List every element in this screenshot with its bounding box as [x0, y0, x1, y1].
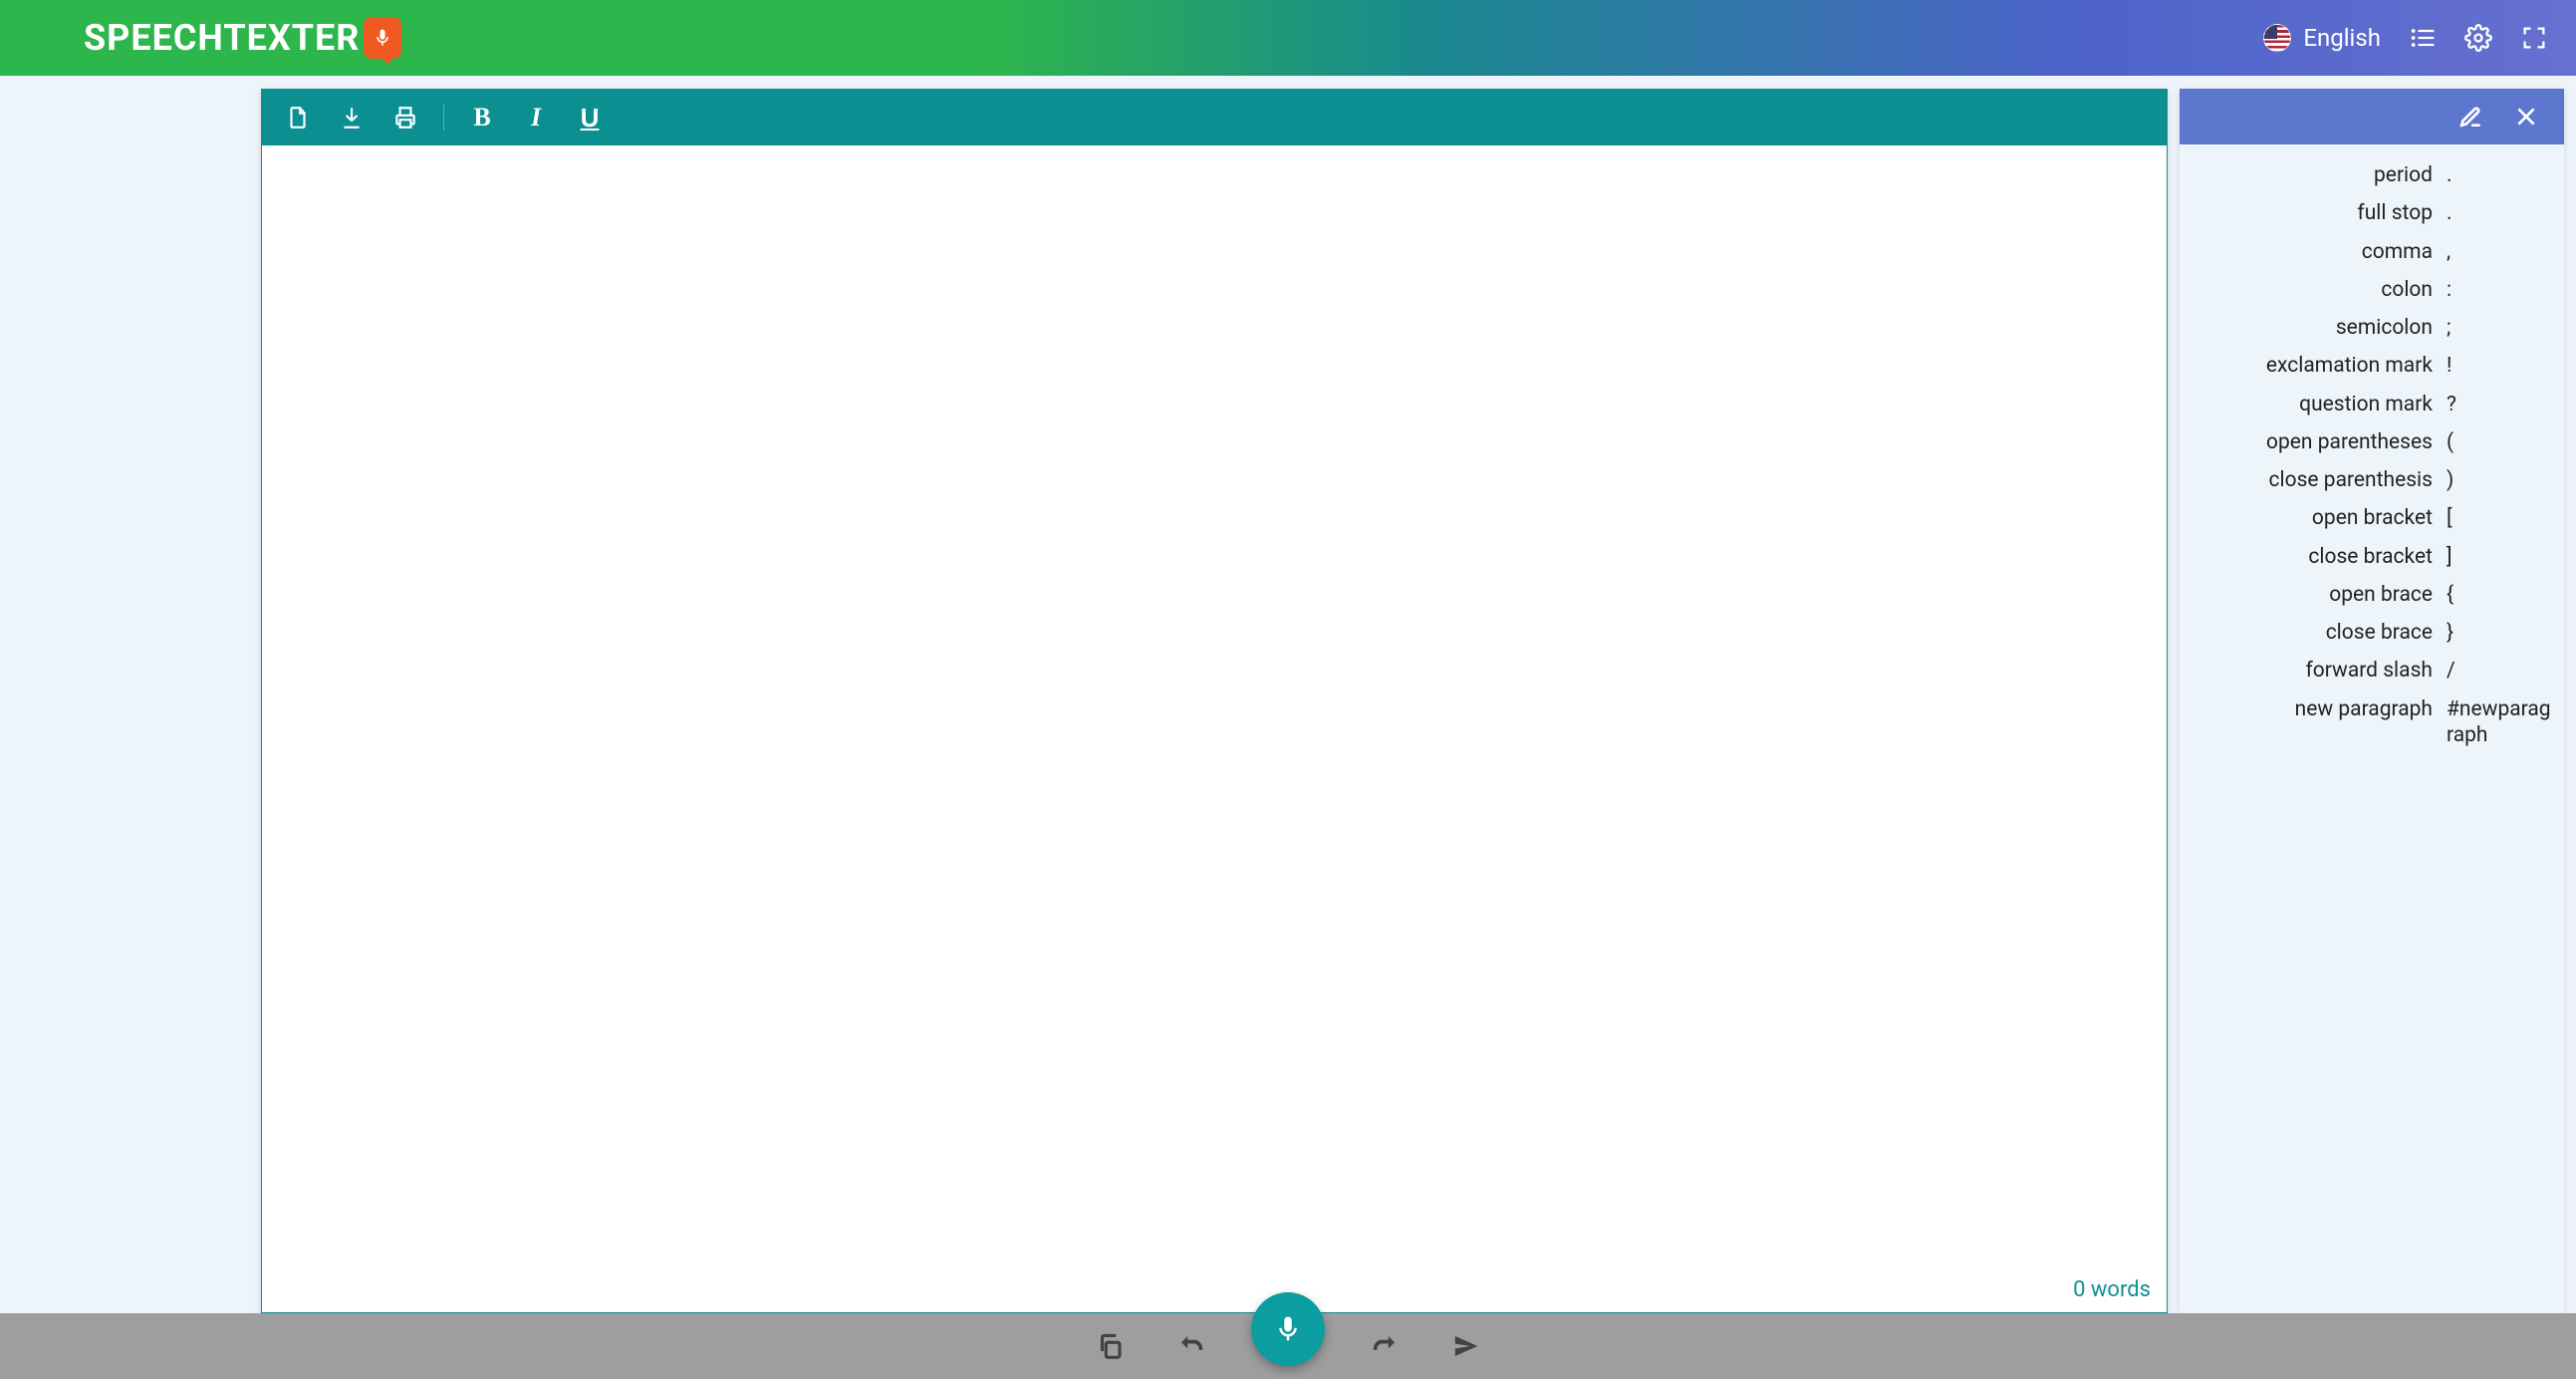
sidebar-toolbar — [2180, 89, 2564, 144]
command-row[interactable]: exclamation mark! — [2180, 347, 2564, 385]
command-row[interactable]: full stop. — [2180, 194, 2564, 232]
command-name: close parenthesis — [2191, 467, 2447, 493]
italic-button[interactable]: I — [514, 96, 558, 139]
language-label: English — [2303, 24, 2381, 52]
editor-toolbar: B I U — [262, 90, 2167, 145]
command-row[interactable]: period. — [2180, 156, 2564, 194]
command-row[interactable]: colon: — [2180, 271, 2564, 309]
command-row[interactable]: close brace} — [2180, 614, 2564, 652]
bold-button[interactable]: B — [460, 96, 504, 139]
underline-button[interactable]: U — [568, 96, 612, 139]
language-selector[interactable]: English — [2263, 24, 2381, 52]
command-row[interactable]: semicolon; — [2180, 309, 2564, 347]
copy-button[interactable] — [1088, 1324, 1132, 1368]
command-row[interactable]: open brace{ — [2180, 576, 2564, 614]
list-icon[interactable] — [2409, 24, 2437, 52]
command-name: period — [2191, 162, 2447, 188]
send-button[interactable] — [1444, 1324, 1488, 1368]
header-controls: English — [2263, 24, 2548, 52]
toolbar-divider — [443, 105, 444, 131]
command-symbol: . — [2447, 162, 2552, 188]
command-symbol: , — [2447, 239, 2552, 265]
command-row[interactable]: close parenthesis) — [2180, 461, 2564, 499]
command-name: close bracket — [2191, 544, 2447, 570]
editor-textarea[interactable] — [262, 145, 2167, 1271]
new-document-button[interactable] — [276, 96, 320, 139]
record-mic-button[interactable] — [1251, 1292, 1325, 1366]
settings-gear-icon[interactable] — [2464, 24, 2492, 52]
command-name: comma — [2191, 239, 2447, 265]
command-symbol: [ — [2447, 505, 2552, 531]
command-row[interactable]: open bracket[ — [2180, 499, 2564, 537]
us-flag-icon — [2263, 24, 2291, 52]
command-symbol: : — [2447, 277, 2552, 303]
command-row[interactable]: forward slash/ — [2180, 652, 2564, 690]
logo-text: SPEECHTEXTER — [84, 17, 360, 59]
command-name: close brace — [2191, 620, 2447, 646]
command-name: new paragraph — [2191, 696, 2447, 722]
command-name: semicolon — [2191, 315, 2447, 341]
command-row[interactable]: comma, — [2180, 233, 2564, 271]
fullscreen-icon[interactable] — [2520, 24, 2548, 52]
undo-button[interactable] — [1169, 1324, 1213, 1368]
command-name: forward slash — [2191, 658, 2447, 684]
commands-sidebar: period.full stop.comma,colon:semicolon;e… — [2180, 89, 2564, 1313]
word-count: 0 words — [262, 1271, 2167, 1312]
command-name: colon — [2191, 277, 2447, 303]
command-symbol: ( — [2447, 429, 2552, 455]
command-name: open brace — [2191, 582, 2447, 608]
command-symbol: ? — [2447, 392, 2552, 417]
command-symbol: / — [2447, 658, 2552, 684]
command-symbol: ; — [2447, 315, 2552, 341]
command-name: question mark — [2191, 392, 2447, 417]
command-symbol: #newparagraph — [2447, 696, 2552, 749]
redo-button[interactable] — [1363, 1324, 1407, 1368]
command-name: open bracket — [2191, 505, 2447, 531]
command-list[interactable]: period.full stop.comma,colon:semicolon;e… — [2180, 144, 2564, 1313]
command-row[interactable]: close bracket] — [2180, 538, 2564, 576]
command-row[interactable]: new paragraph#newparagraph — [2180, 690, 2564, 755]
edit-commands-button[interactable] — [2454, 101, 2486, 133]
mic-logo-icon — [364, 17, 401, 59]
download-button[interactable] — [330, 96, 374, 139]
command-row[interactable]: open parentheses( — [2180, 423, 2564, 461]
command-row[interactable]: question mark? — [2180, 386, 2564, 423]
close-sidebar-button[interactable] — [2510, 101, 2542, 133]
command-symbol: ) — [2447, 467, 2552, 493]
command-symbol: . — [2447, 200, 2552, 226]
app-logo[interactable]: SPEECHTEXTER — [84, 17, 401, 59]
command-name: full stop — [2191, 200, 2447, 226]
command-symbol: } — [2447, 620, 2552, 646]
command-name: exclamation mark — [2191, 353, 2447, 379]
bottom-toolbar — [0, 1313, 2576, 1379]
print-button[interactable] — [384, 96, 427, 139]
editor-panel: B I U 0 words — [261, 89, 2168, 1313]
command-name: open parentheses — [2191, 429, 2447, 455]
command-symbol: ! — [2447, 353, 2552, 379]
workspace: B I U 0 words period.full stop.comma,col… — [0, 89, 2576, 1313]
app-header: SPEECHTEXTER English — [0, 0, 2576, 76]
command-symbol: { — [2447, 582, 2552, 608]
command-symbol: ] — [2447, 544, 2552, 570]
